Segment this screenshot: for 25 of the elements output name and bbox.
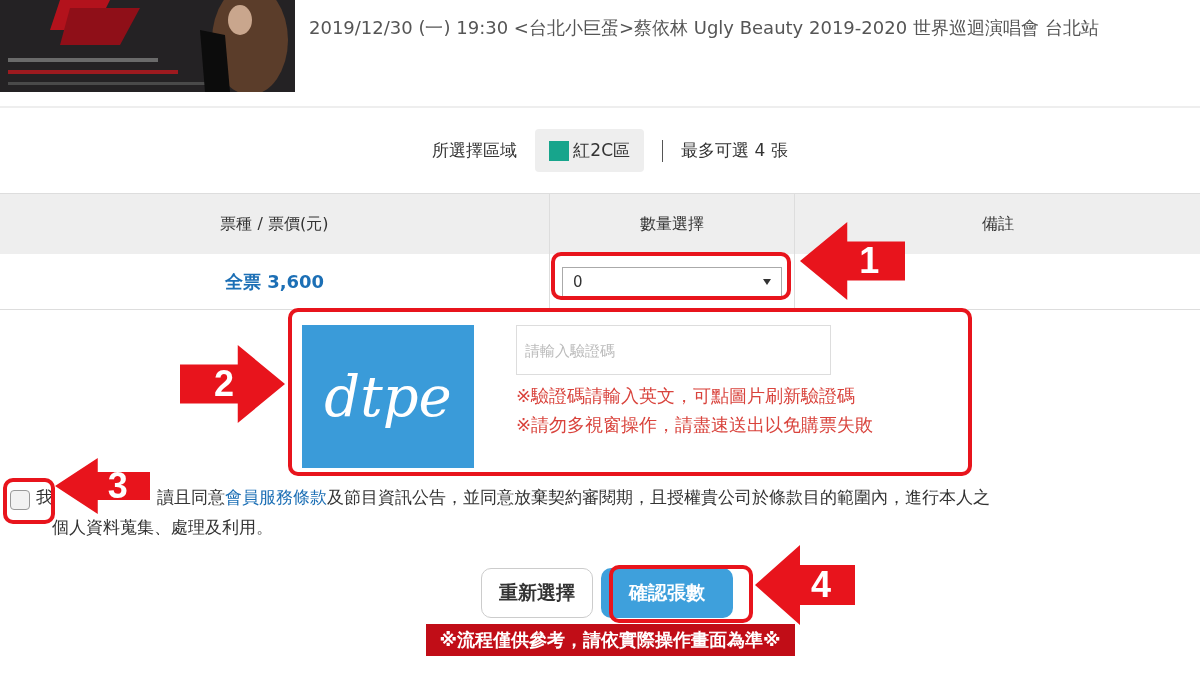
captcha-field[interactable]: 請輸入驗證碼 [516, 325, 831, 375]
area-label: 所選擇區域 [432, 139, 518, 162]
captcha-image[interactable]: dtpe [302, 325, 474, 468]
callout-number: 4 [811, 564, 831, 606]
ticket-limit: 最多可選 4 張 [681, 139, 788, 162]
event-title: 2019/12/30 (一) 19:30 <台北小巨蛋>蔡依林 Ugly Beauty 2019-2020 世界巡迴演唱會 台北站 [309, 16, 1099, 40]
caret-icon [763, 278, 771, 285]
ticket-price: 全票 3,600 [224, 269, 325, 294]
column-header: 備註 [980, 212, 1015, 235]
reset-button[interactable]: 重新選擇 [480, 568, 593, 618]
agreement-text: 讀且同意會員服務條款及節目資訊公告，並同意放棄契約審閱期，且授權貴公司於條款目的範圍內，進行本人之 [157, 486, 990, 509]
column-header: 數量選擇 [550, 194, 795, 254]
column-header: 票種 / 票價(元) [0, 194, 550, 254]
captcha-note: ※驗證碼請輸入英文，可點圖片刷新驗證碼 [516, 384, 857, 408]
captcha-note: ※請勿多視窗操作，請盡速送出以免購票失敗 [516, 413, 874, 437]
quantity-select[interactable]: 0 [562, 266, 782, 297]
callout-number: 2 [214, 363, 235, 405]
agreement-text-end: 個人資料蒐集、處理及利用。 [51, 516, 274, 539]
zone-name: 紅2C區 [573, 139, 631, 162]
agreement-checkbox[interactable] [10, 490, 30, 510]
confirm-button[interactable]: 確認張數 [600, 568, 733, 618]
callout-number: 3 [107, 465, 128, 507]
terms-link[interactable]: 會員服務條款 [225, 487, 327, 507]
disclaimer-banner: ※流程僅供參考，請依實際操作畫面為準※ [425, 624, 795, 656]
callout-number: 1 [859, 240, 880, 282]
